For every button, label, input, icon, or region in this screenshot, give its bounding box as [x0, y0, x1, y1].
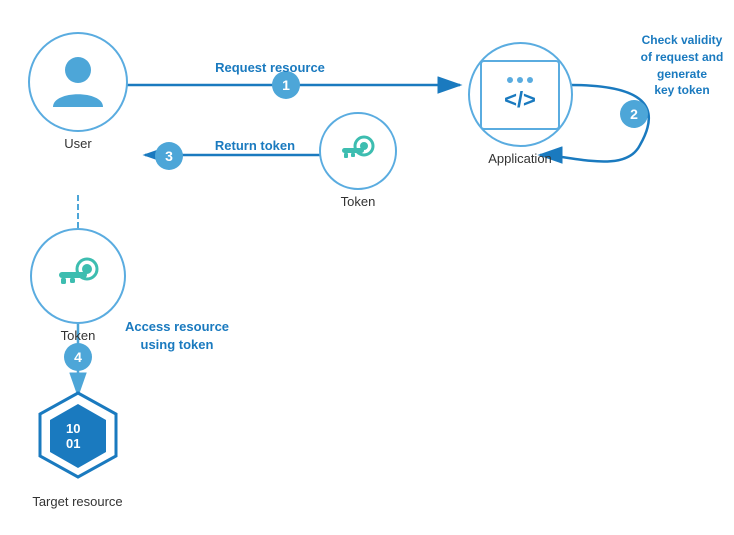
user-icon	[48, 52, 108, 112]
svg-text:10: 10	[66, 421, 80, 436]
annotation-request-resource: Request resource	[190, 60, 350, 75]
step-4-badge: 4	[64, 343, 92, 371]
application-icon: </>	[480, 60, 560, 130]
diagram: User </> Application	[0, 0, 734, 535]
token-bottom-icon	[53, 251, 103, 301]
application-label: Application	[488, 151, 552, 166]
target-resource-node: 10 01 Target resource	[20, 390, 135, 509]
step-1-badge: 1	[272, 71, 300, 99]
application-node: </> Application	[470, 42, 570, 166]
step-3-badge: 3	[155, 142, 183, 170]
token-mid-icon	[336, 129, 380, 173]
token-bottom-label: Token	[61, 328, 96, 343]
token-mid-label: Token	[341, 194, 376, 209]
user-node: User	[28, 32, 128, 151]
target-resource-icon: 10 01	[33, 390, 123, 490]
token-mid-node: Token	[318, 112, 398, 209]
annotation-access-resource: Access resourceusing token	[102, 318, 252, 354]
target-resource-label: Target resource	[32, 494, 122, 509]
user-label: User	[64, 136, 91, 151]
annotation-return-token: Return token	[190, 138, 320, 153]
step-2-badge: 2	[620, 100, 648, 128]
annotation-check-validity: Check validityof request andgeneratekey …	[632, 32, 732, 99]
svg-text:01: 01	[66, 436, 80, 451]
